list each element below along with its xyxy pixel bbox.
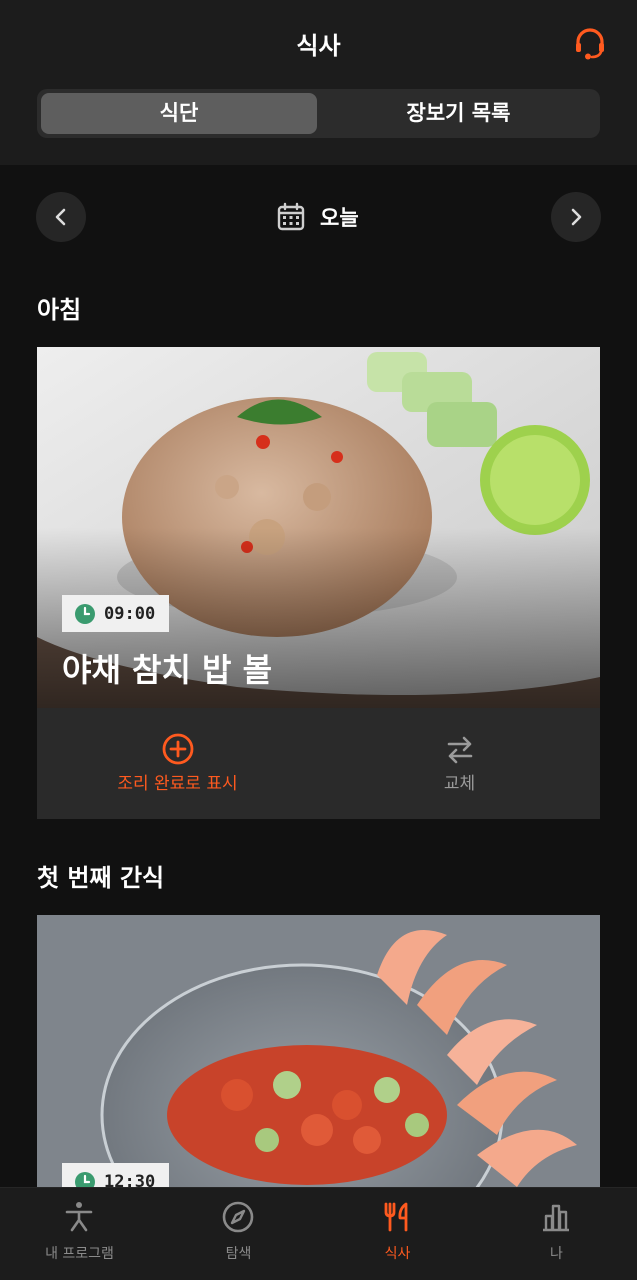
date-label: 오늘 — [320, 206, 359, 230]
mark-cooked-button[interactable]: 조리 완료로 표시 — [37, 708, 318, 819]
meal-time: 12:30 — [104, 1171, 156, 1188]
tab-label: 탐색 — [225, 1246, 252, 1262]
clock-icon — [75, 603, 95, 624]
bottom-tab-bar: 내 프로그램 탐색 식사 나 — [0, 1187, 637, 1280]
swap-meal-label: 교체 — [443, 774, 476, 794]
stats-icon — [543, 1204, 569, 1232]
previous-day-button[interactable] — [36, 192, 86, 242]
tab-label: 나 — [550, 1246, 563, 1262]
meal-name: 야채 참치 밥 볼 — [62, 651, 273, 689]
meal-card-breakfast[interactable]: 09:00 야채 참치 밥 볼 조리 완료로 표시 교체 — [37, 347, 600, 819]
meal-card-first-snack[interactable]: 12:30 — [37, 915, 600, 1187]
swap-arrows-icon — [447, 736, 473, 764]
mark-cooked-label: 조리 완료로 표시 — [117, 774, 238, 794]
page-title: 식사 — [296, 32, 341, 60]
tab-label: 식사 — [384, 1246, 411, 1262]
meal-time-badge: 12:30 — [62, 1163, 170, 1188]
top-header: 식사 식단 장보기 목록 — [0, 0, 637, 165]
tab-my-program[interactable]: 내 프로그램 — [0, 1188, 159, 1280]
chevron-left-icon — [55, 208, 66, 226]
chevron-right-icon — [571, 208, 582, 226]
tab-shopping-list[interactable]: 장보기 목록 — [321, 93, 596, 134]
workout-figure-icon — [65, 1202, 93, 1232]
meal-time-badge: 09:00 — [62, 595, 170, 632]
next-day-button[interactable] — [551, 192, 601, 242]
tab-explore[interactable]: 탐색 — [159, 1188, 318, 1280]
date-navigator: 오늘 — [0, 192, 637, 242]
meal-photo — [37, 915, 600, 1187]
tab-meals[interactable]: 식사 — [318, 1188, 477, 1280]
date-picker[interactable]: 오늘 — [276, 201, 359, 233]
meal-action-bar: 조리 완료로 표시 교체 — [37, 708, 600, 819]
fork-knife-icon — [384, 1202, 408, 1232]
clock-icon — [75, 1171, 95, 1187]
tab-meal-plan[interactable]: 식단 — [41, 93, 317, 134]
plus-circle-icon — [162, 733, 194, 765]
meal-plan-segmented-control: 식단 장보기 목록 — [37, 89, 600, 138]
swap-meal-button[interactable]: 교체 — [319, 708, 600, 819]
meal-section-title: 첫 번째 간식 — [37, 864, 165, 892]
calendar-icon — [277, 202, 305, 231]
meal-section-title: 아침 — [37, 296, 82, 324]
tab-me[interactable]: 나 — [477, 1188, 636, 1280]
compass-icon — [222, 1201, 254, 1233]
meal-time: 09:00 — [104, 603, 156, 624]
headset-support-icon[interactable] — [573, 26, 607, 60]
tab-label: 내 프로그램 — [45, 1246, 114, 1262]
